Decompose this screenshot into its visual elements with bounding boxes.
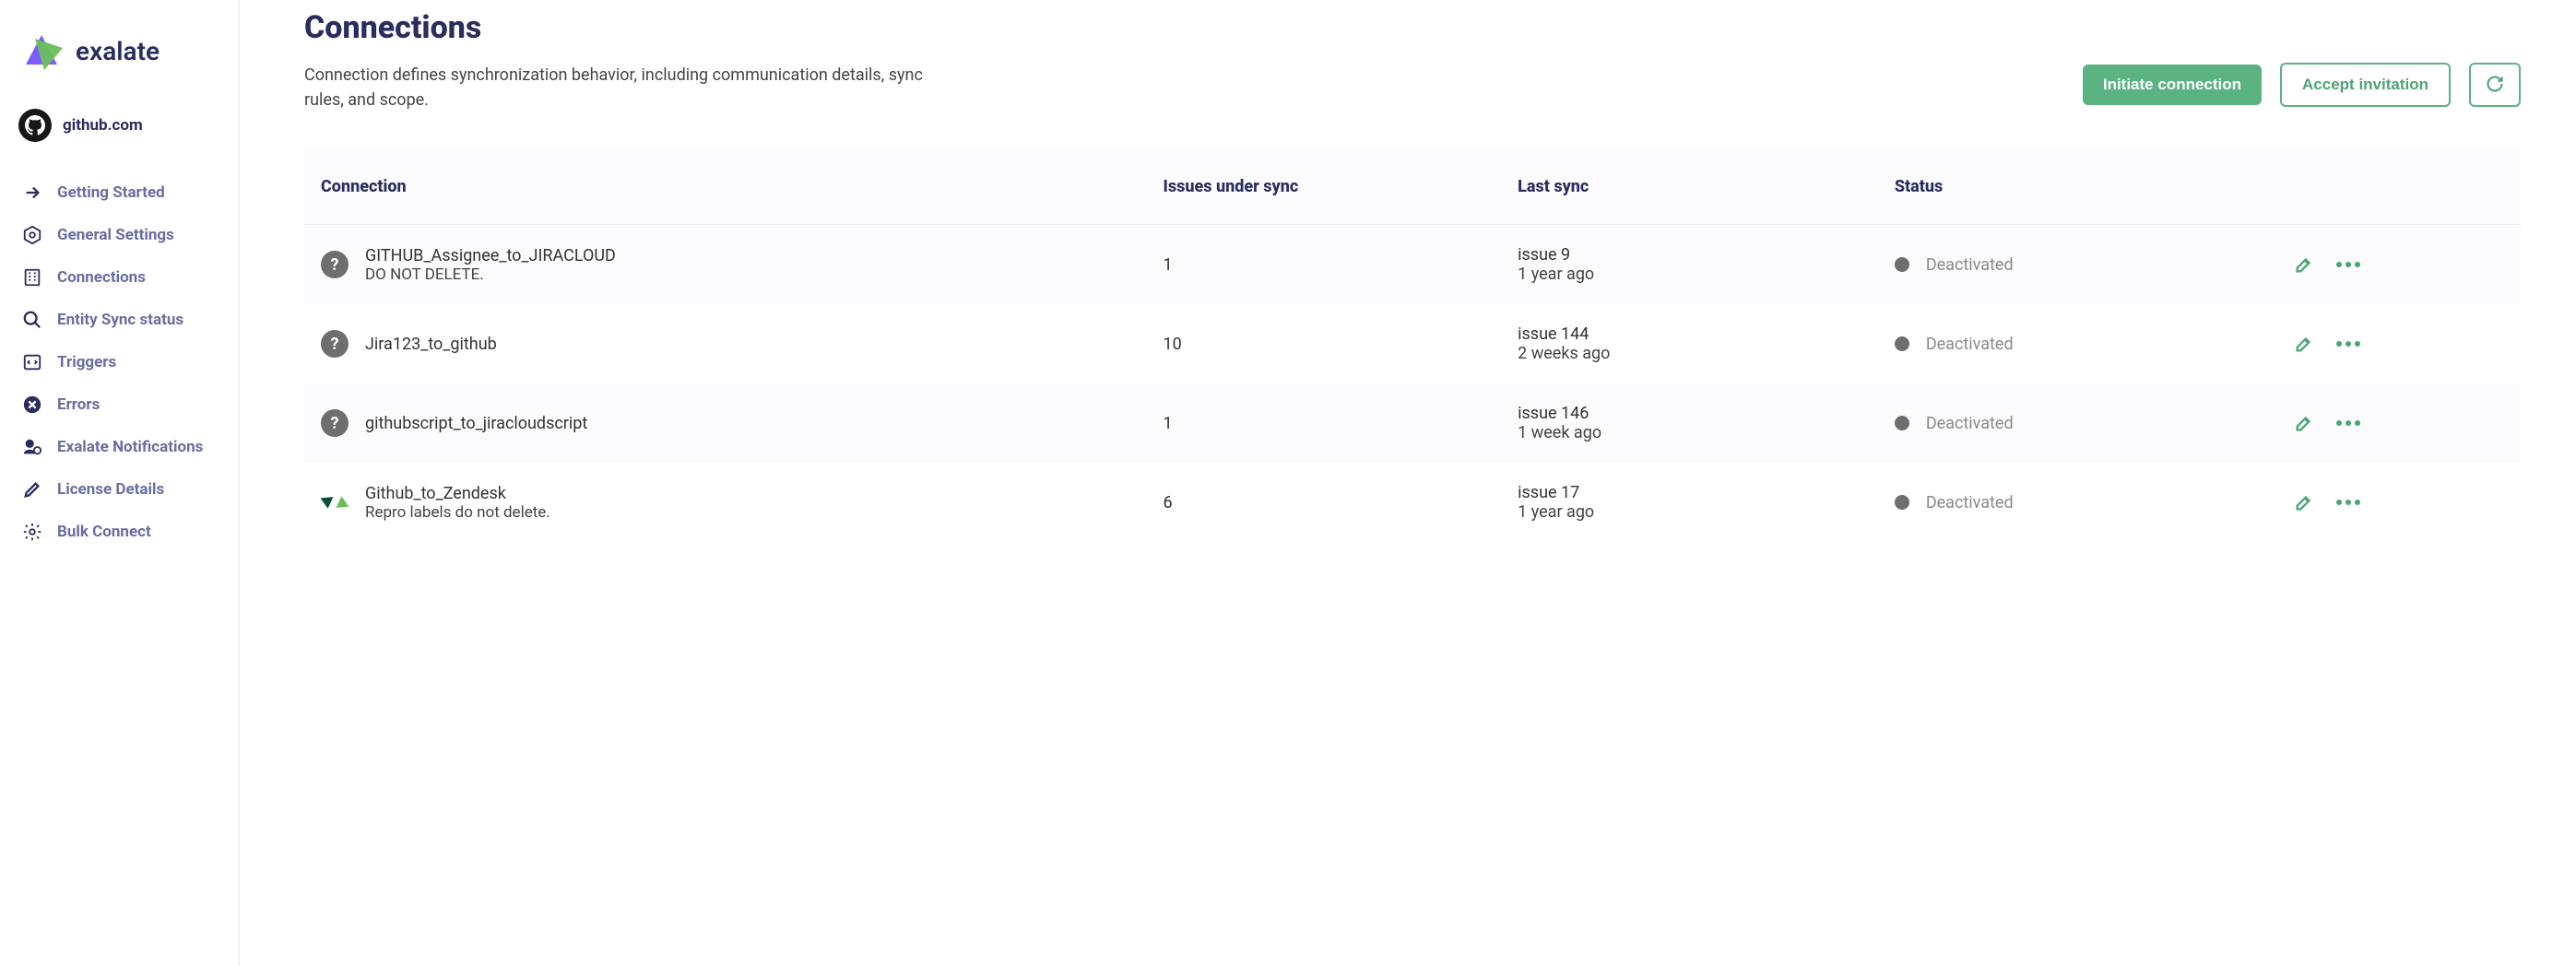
status-dot-icon — [1895, 416, 1909, 430]
column-header-lastsync: Last sync — [1501, 149, 1878, 225]
sidebar-item-triggers[interactable]: Triggers — [9, 341, 230, 383]
sidebar-item-license-details[interactable]: License Details — [9, 468, 230, 511]
status-label: Deactivated — [1926, 255, 2014, 275]
sidebar-item-connections[interactable]: Connections — [9, 256, 230, 299]
table-row: ? githubscript_to_jiracloudscript 1 issue 1… — [304, 383, 2521, 463]
status-label: Deactivated — [1926, 414, 2014, 433]
last-sync-issue: issue 17 — [1518, 483, 1861, 502]
status-dot-icon — [1895, 336, 1909, 351]
last-sync-issue: issue 9 — [1518, 245, 1861, 265]
edit-button[interactable] — [2294, 254, 2314, 275]
sidebar-item-label: Errors — [57, 395, 100, 414]
sidebar-item-getting-started[interactable]: Getting Started — [9, 171, 230, 214]
nav-list: Getting Started General Settings Connect… — [0, 164, 239, 560]
sidebar-item-exalate-notifications[interactable]: Exalate Notifications — [9, 426, 230, 468]
column-header-connection: Connection — [304, 149, 1147, 225]
sidebar-item-errors[interactable]: Errors — [9, 383, 230, 426]
notifications-icon — [22, 437, 42, 457]
search-icon — [22, 310, 42, 330]
question-icon: ? — [321, 251, 349, 278]
sidebar-item-label: License Details — [57, 480, 164, 499]
initiate-connection-button[interactable]: Initiate connection — [2083, 65, 2262, 105]
status-dot-icon — [1895, 257, 1909, 272]
more-actions-button[interactable] — [2336, 341, 2360, 347]
more-actions-button[interactable] — [2336, 500, 2360, 505]
action-buttons: Initiate connection Accept invitation — [2083, 63, 2521, 107]
last-sync-issue: issue 144 — [1518, 324, 1861, 344]
connection-subtitle: Repro labels do not delete. — [365, 503, 550, 522]
sidebar-item-label: General Settings — [57, 226, 174, 244]
edit-button[interactable] — [2294, 492, 2314, 512]
exalate-logo-icon — [18, 28, 65, 74]
more-actions-button[interactable] — [2336, 262, 2360, 267]
edit-button[interactable] — [2294, 334, 2314, 354]
last-sync-time: 2 weeks ago — [1518, 344, 1861, 363]
sidebar-item-label: Triggers — [57, 353, 116, 371]
refresh-icon — [2486, 75, 2504, 96]
cog-icon — [22, 522, 42, 542]
page-title: Connections — [304, 9, 2521, 46]
more-actions-button[interactable] — [2336, 420, 2360, 426]
sidebar-item-label: Getting Started — [57, 183, 165, 202]
page-description: Connection defines synchronization behav… — [304, 63, 950, 112]
sidebar-item-entity-sync-status[interactable]: Entity Sync status — [9, 299, 230, 341]
issues-count: 10 — [1147, 304, 1502, 383]
instance-row[interactable]: github.com — [0, 101, 239, 164]
last-sync-time: 1 year ago — [1518, 265, 1861, 284]
edit-button[interactable] — [2294, 413, 2314, 433]
table-header-row: Connection Issues under sync Last sync S… — [304, 149, 2521, 225]
last-sync-time: 1 week ago — [1518, 423, 1861, 442]
last-sync-time: 1 year ago — [1518, 502, 1861, 522]
sidebar-item-label: Exalate Notifications — [57, 438, 203, 456]
status-label: Deactivated — [1926, 335, 2014, 354]
status-dot-icon — [1895, 495, 1909, 510]
connection-name: Github_to_Zendesk — [365, 484, 550, 503]
question-icon: ? — [321, 409, 349, 437]
connections-table: Connection Issues under sync Last sync S… — [304, 149, 2521, 542]
column-header-issues: Issues under sync — [1147, 149, 1502, 225]
brand-name: exalate — [76, 36, 160, 66]
connection-name: GITHUB_Assignee_to_JIRACLOUD — [365, 246, 616, 265]
sidebar-item-general-settings[interactable]: General Settings — [9, 214, 230, 256]
sidebar-item-label: Bulk Connect — [57, 523, 151, 541]
connection-name: githubscript_to_jiracloudscript — [365, 414, 587, 433]
header-row: Connection defines synchronization behav… — [304, 63, 2521, 112]
main-content: Connections Connection defines synchroni… — [240, 0, 2576, 966]
instance-label: github.com — [63, 116, 143, 135]
pencil-icon — [22, 479, 42, 500]
column-header-actions — [2277, 149, 2521, 225]
arrow-right-icon — [22, 183, 42, 203]
sidebar: exalate github.com Getting Started Gener… — [0, 0, 240, 966]
sidebar-item-bulk-connect[interactable]: Bulk Connect — [9, 511, 230, 553]
table-row: Github_to_ZendeskRepro labels do not del… — [304, 463, 2521, 542]
last-sync-issue: issue 146 — [1518, 404, 1861, 423]
refresh-button[interactable] — [2469, 63, 2521, 107]
accept-invitation-button[interactable]: Accept invitation — [2280, 63, 2451, 107]
zendesk-icon — [321, 489, 349, 516]
connection-subtitle: DO NOT DELETE. — [365, 265, 616, 284]
x-circle-icon — [22, 395, 42, 415]
connection-name: Jira123_to_github — [365, 335, 497, 354]
sidebar-item-label: Connections — [57, 268, 146, 287]
issues-count: 1 — [1147, 383, 1502, 463]
issues-count: 6 — [1147, 463, 1502, 542]
table-row: ? GITHUB_Assignee_to_JIRACLOUDDO NOT DELE… — [304, 225, 2521, 305]
column-header-status: Status — [1878, 149, 2277, 225]
code-box-icon — [22, 352, 42, 372]
github-icon — [18, 109, 52, 142]
sidebar-item-label: Entity Sync status — [57, 311, 183, 329]
table-row: ? Jira123_to_github 10 issue 1442 weeks ago… — [304, 304, 2521, 383]
brand-logo: exalate — [0, 18, 239, 101]
issues-count: 1 — [1147, 225, 1502, 305]
question-icon: ? — [321, 330, 349, 358]
settings-hex-icon — [22, 225, 42, 245]
status-label: Deactivated — [1926, 493, 2014, 512]
building-icon — [22, 267, 42, 288]
